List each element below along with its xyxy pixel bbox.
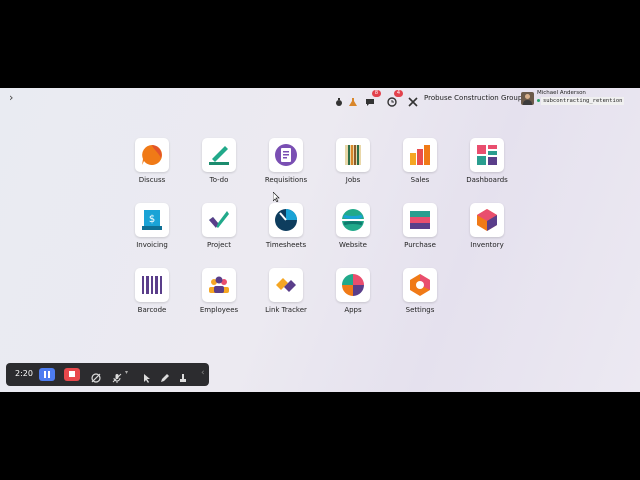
app-barcode[interactable]: Barcode [120, 268, 184, 324]
messages-badge: 8 [372, 90, 381, 97]
stop-button[interactable] [64, 368, 80, 381]
app-label: Settings [405, 306, 435, 314]
pen-tool-button[interactable] [160, 368, 172, 382]
purchase-icon [403, 203, 437, 237]
stop-icon [69, 371, 75, 377]
app-label: Employees [199, 306, 239, 314]
user-name[interactable]: Michael Anderson [537, 90, 586, 96]
odoo-home-screen: › 8 4 Probuse Construction Group Michael… [0, 88, 640, 392]
app-label: Discuss [138, 176, 166, 184]
app-project[interactable]: Project [187, 203, 251, 259]
app-to-do[interactable]: To-do [187, 138, 251, 194]
pointer-icon [144, 374, 150, 383]
discuss-icon [135, 138, 169, 172]
mouse-cursor-icon [273, 192, 280, 202]
invoicing-icon: $ [135, 203, 169, 237]
app-website[interactable]: Website [321, 203, 385, 259]
top-navbar: › 8 4 Probuse Construction Group Michael… [0, 88, 640, 110]
app-label: Jobs [345, 176, 361, 184]
link-tracker-icon [269, 268, 303, 302]
bug-icon[interactable] [334, 92, 348, 106]
database-status-dot [537, 99, 540, 102]
app-apps[interactable]: Apps [321, 268, 385, 324]
highlighter-icon [180, 374, 186, 382]
app-label: Project [207, 241, 231, 249]
screen-recorder-toolbar: 2:20 ▾ ‹ [6, 363, 209, 386]
app-purchase[interactable]: Purchase [388, 203, 452, 259]
settings-icon [403, 268, 437, 302]
app-label: To-do [209, 176, 229, 184]
recording-timer: 2:20 [15, 369, 33, 378]
company-switcher[interactable]: Probuse Construction Group [424, 94, 522, 102]
pen-icon [161, 374, 169, 382]
app-label: Apps [344, 306, 362, 314]
to-do-icon [202, 138, 236, 172]
requisitions-icon [269, 138, 303, 172]
app-settings[interactable]: Settings [388, 268, 452, 324]
camera-off-icon [91, 373, 101, 383]
app-label: Invoicing [136, 241, 168, 249]
app-requisitions[interactable]: Requisitions [254, 138, 318, 194]
app-label: Sales [410, 176, 430, 184]
project-icon [202, 203, 236, 237]
inventory-icon [470, 203, 504, 237]
app-sales[interactable]: Sales [388, 138, 452, 194]
app-label: Website [339, 241, 367, 249]
microphone-dropdown-arrow[interactable]: ▾ [125, 369, 128, 376]
timesheets-icon [269, 203, 303, 237]
barcode-icon [135, 268, 169, 302]
app-label: Barcode [137, 306, 167, 314]
app-label: Dashboards [466, 176, 508, 184]
flask-icon[interactable] [348, 92, 362, 106]
app-label: Timesheets [265, 241, 307, 249]
user-avatar[interactable] [521, 92, 534, 105]
website-icon [336, 203, 370, 237]
microphone-off-icon [112, 373, 122, 383]
svg-text:$: $ [149, 214, 155, 225]
jobs-icon [336, 138, 370, 172]
tools-icon[interactable] [408, 92, 422, 107]
app-label: Link Tracker [265, 306, 307, 314]
avatar-body [523, 100, 532, 105]
app-dashboards[interactable]: Dashboards [455, 138, 519, 194]
app-invoicing[interactable]: $ Invoicing [120, 203, 184, 259]
employees-icon [202, 268, 236, 302]
camera-off-button[interactable] [91, 368, 103, 383]
sales-icon [403, 138, 437, 172]
dashboards-icon [470, 138, 504, 172]
highlighter-tool-button[interactable] [178, 368, 190, 382]
app-label: Purchase [404, 241, 436, 249]
app-jobs[interactable]: Jobs [321, 138, 385, 194]
database-name: subcontracting_retention [541, 97, 625, 105]
app-link-tracker[interactable]: Link Tracker [254, 268, 318, 324]
app-employees[interactable]: Employees [187, 268, 251, 324]
app-label: Requisitions [264, 176, 308, 184]
app-discuss[interactable]: Discuss [120, 138, 184, 194]
collapse-toolbar-icon[interactable]: ‹ [201, 368, 205, 378]
apps-icon [336, 268, 370, 302]
pause-icon [44, 371, 50, 378]
messages-icon[interactable]: 8 [365, 90, 381, 106]
app-label: Inventory [470, 241, 504, 249]
pause-button[interactable] [39, 368, 55, 381]
microphone-off-button[interactable] [112, 368, 124, 383]
activities-clock-icon[interactable]: 4 [387, 90, 403, 107]
chevron-right-icon[interactable]: › [9, 91, 13, 104]
avatar-face [525, 94, 530, 99]
activities-badge: 4 [394, 90, 403, 97]
app-inventory[interactable]: Inventory [455, 203, 519, 259]
app-timesheets[interactable]: Timesheets [254, 203, 318, 259]
pointer-tool-button[interactable] [142, 368, 154, 383]
